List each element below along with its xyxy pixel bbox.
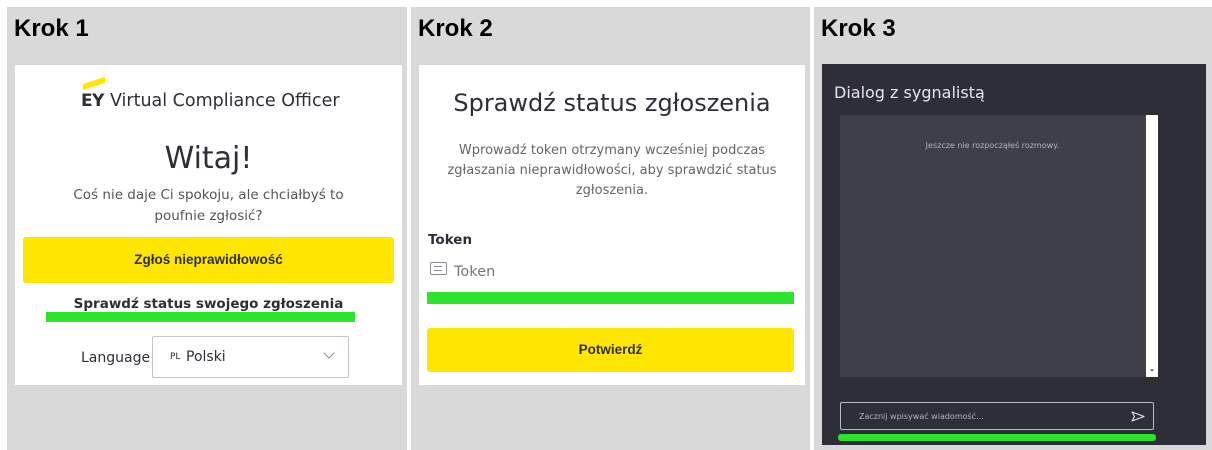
token-label: Token <box>428 232 473 248</box>
logo-beam-icon <box>83 76 105 90</box>
chat-scrollbar[interactable] <box>1146 115 1158 377</box>
logo-text: Virtual Compliance Officer <box>109 91 340 111</box>
highlight-bar <box>46 312 355 322</box>
logo-brand-text: EY <box>81 91 104 111</box>
language-value: Polski <box>186 349 226 365</box>
message-input-box <box>840 402 1154 430</box>
token-input[interactable] <box>454 261 784 283</box>
ticket-icon <box>430 262 447 275</box>
step-3-screen: Dialog z sygnalistą Jeszcze nie rozpoczą… <box>822 64 1206 445</box>
scroll-down-icon[interactable] <box>1150 369 1154 372</box>
confirm-button[interactable]: Potwierdź <box>427 328 794 372</box>
check-status-link[interactable]: Sprawdź status swojego zgłoszenia <box>15 296 402 312</box>
language-code: PL <box>170 352 181 362</box>
language-select[interactable]: PL Polski <box>152 336 349 378</box>
report-irregularity-button[interactable]: Zgłoś nieprawidłowość <box>23 237 394 283</box>
language-label: Language <box>81 350 151 366</box>
welcome-heading: Witaj! <box>164 141 253 176</box>
step-2-panel: Krok 2 Sprawdź status zgłoszenia Wprowad… <box>411 7 810 450</box>
chevron-down-icon <box>323 347 335 359</box>
dialog-title: Dialog z sygnalistą <box>834 83 985 102</box>
step-2-label: Krok 2 <box>418 15 493 42</box>
welcome-subtitle: Coś nie daje Ci spokoju, ale chciałbyś t… <box>73 187 344 224</box>
step-3-label: Krok 3 <box>821 15 896 42</box>
step-3-panel: Krok 3 Dialog z sygnalistą Jeszcze nie r… <box>814 7 1212 450</box>
logo-brand: EY <box>81 76 105 111</box>
message-input[interactable] <box>859 409 1109 423</box>
step-1-screen: EY Virtual Compliance Officer Witaj! Coś… <box>15 65 402 385</box>
chat-area[interactable]: Jeszcze nie rozpocząłeś rozmowy. <box>840 115 1158 377</box>
highlight-bar <box>838 434 1156 441</box>
chat-empty-message: Jeszcze nie rozpocząłeś rozmowy. <box>925 141 1060 150</box>
ey-logo: EY Virtual Compliance Officer <box>81 76 340 111</box>
step-2-screen: Sprawdź status zgłoszenia Wprowadź token… <box>419 65 805 385</box>
highlight-bar <box>427 292 794 304</box>
status-description: Wprowadź token otrzymany wcześniej podcz… <box>447 143 777 198</box>
status-title: Sprawdź status zgłoszenia <box>453 89 771 117</box>
send-icon[interactable] <box>1131 411 1145 422</box>
step-1-label: Krok 1 <box>14 15 89 42</box>
step-1-panel: Krok 1 EY Virtual Compliance Officer Wit… <box>7 7 407 450</box>
